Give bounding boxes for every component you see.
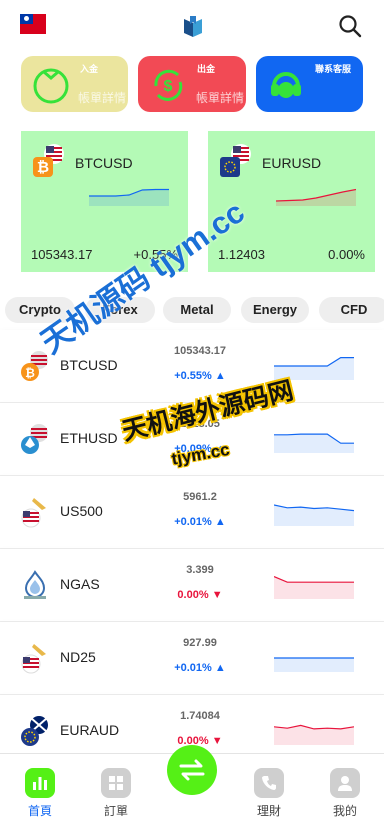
market-symbol: ND25 [60, 649, 96, 665]
arrow-up-icon: ▲ [214, 662, 226, 674]
nd25-index-icon [21, 644, 46, 674]
taiwan-flag-icon[interactable] [20, 14, 46, 34]
market-change-value: +0.01% [174, 662, 212, 674]
market-change: +0.55% ▲ [150, 370, 250, 382]
sparkline-area [274, 576, 354, 599]
nav-orders-label: 訂單 [103, 804, 128, 818]
market-symbol: BTCUSD [60, 357, 118, 373]
withdraw-title: 出金 [197, 64, 216, 74]
market-change: +0.01% ▲ [150, 662, 250, 674]
app-logo-icon [184, 16, 202, 37]
market-row-ngas[interactable]: NGAS 3.399 0.00% ▼ [0, 549, 384, 622]
chart-bar-icon [25, 768, 55, 798]
market-price: 105343.17 [174, 345, 226, 357]
market-symbol: EURAUD [60, 722, 120, 738]
market-change: 0.00% ▼ [150, 589, 250, 601]
headset-icon [271, 72, 301, 98]
featured-symbol: BTCUSD [75, 155, 133, 171]
deposit-title: 入金 [80, 64, 99, 74]
nav-home-label: 首頁 [27, 804, 52, 818]
arrow-up-icon: ▲ [214, 370, 226, 382]
market-sparkline [274, 657, 354, 672]
featured-symbol: EURUSD [262, 155, 322, 171]
customer-service-button[interactable]: 聯系客服 [256, 56, 363, 112]
market-symbol: NGAS [60, 576, 100, 592]
tab-metal[interactable]: Metal [163, 297, 231, 323]
market-symbol: ETHUSD [60, 430, 118, 446]
sparkline-line [274, 724, 354, 730]
sparkline-area [89, 189, 169, 206]
nav-finance-label: 理財 [256, 804, 281, 818]
market-sparkline [274, 433, 354, 453]
arrow-down-icon: ▼ [211, 589, 223, 601]
svg-text:₿: ₿ [37, 159, 49, 176]
nav-finance[interactable]: 理財 [241, 768, 297, 819]
market-row-nd25[interactable]: ND25 927.99 +0.01% ▲ [0, 622, 384, 695]
featured-sparkline [276, 188, 356, 206]
withdraw-button[interactable]: $ 出金 帳單詳情 [138, 56, 246, 112]
market-price: 3.399 [186, 564, 214, 576]
phone-icon [254, 768, 284, 798]
svg-text:₿: ₿ [25, 366, 35, 380]
deposit-subtitle: 帳單詳情 [77, 91, 126, 105]
market-price: 1.74084 [180, 710, 220, 722]
withdraw-subtitle: 帳單詳情 [195, 91, 244, 105]
search-icon[interactable] [338, 14, 362, 38]
market-change: +0.01% ▲ [150, 516, 250, 528]
featured-change: 0.00% [328, 247, 365, 262]
market-change-value: 0.00% [177, 589, 209, 601]
market-sparkline [274, 504, 354, 526]
wallet-icon [33, 68, 69, 104]
market-row-us500[interactable]: US500 5961.2 +0.01% ▲ [0, 476, 384, 549]
nav-orders[interactable]: 訂單 [88, 768, 144, 819]
nav-profile[interactable]: 我的 [317, 768, 373, 819]
top-bar [0, 0, 384, 52]
grid-icon [101, 768, 131, 798]
nav-profile-label: 我的 [332, 804, 357, 818]
sparkline-line [274, 576, 354, 583]
sparkline-area [274, 658, 354, 672]
market-sparkline [274, 576, 354, 599]
btc-usd-pair-icon: ₿ [21, 351, 48, 381]
deposit-button[interactable]: 入金 帳單詳情 [21, 56, 128, 112]
arrow-up-icon: ▲ [214, 516, 226, 528]
btc-usd-pair-icon: ₿ [33, 144, 64, 177]
eur-usd-pair-icon [220, 144, 251, 177]
svg-text:$: $ [164, 78, 173, 95]
eur-aud-pair-icon [21, 716, 48, 746]
market-price: 5961.2 [183, 491, 217, 503]
swap-arrows-icon [179, 759, 205, 781]
featured-price: 1.12403 [218, 247, 265, 262]
gas-flame-icon [24, 570, 46, 599]
market-change-value: +0.55% [174, 370, 212, 382]
tab-energy[interactable]: Energy [241, 297, 309, 323]
featured-sparkline [89, 188, 169, 206]
eth-usd-pair-icon [21, 424, 48, 454]
dollar-cycle-icon: $ [154, 69, 183, 101]
tab-cfd[interactable]: CFD [319, 297, 384, 323]
featured-price: 105343.17 [31, 247, 93, 262]
customer-service-title: 聯系客服 [315, 64, 352, 74]
user-icon [330, 768, 360, 798]
market-change-value: +0.01% [174, 516, 212, 528]
market-sparkline [274, 724, 354, 745]
us500-index-icon [21, 498, 46, 528]
nav-home[interactable]: 首頁 [12, 768, 68, 819]
market-symbol: US500 [60, 503, 103, 519]
trade-swap-button[interactable] [167, 745, 217, 795]
market-price: 927.99 [183, 637, 217, 649]
